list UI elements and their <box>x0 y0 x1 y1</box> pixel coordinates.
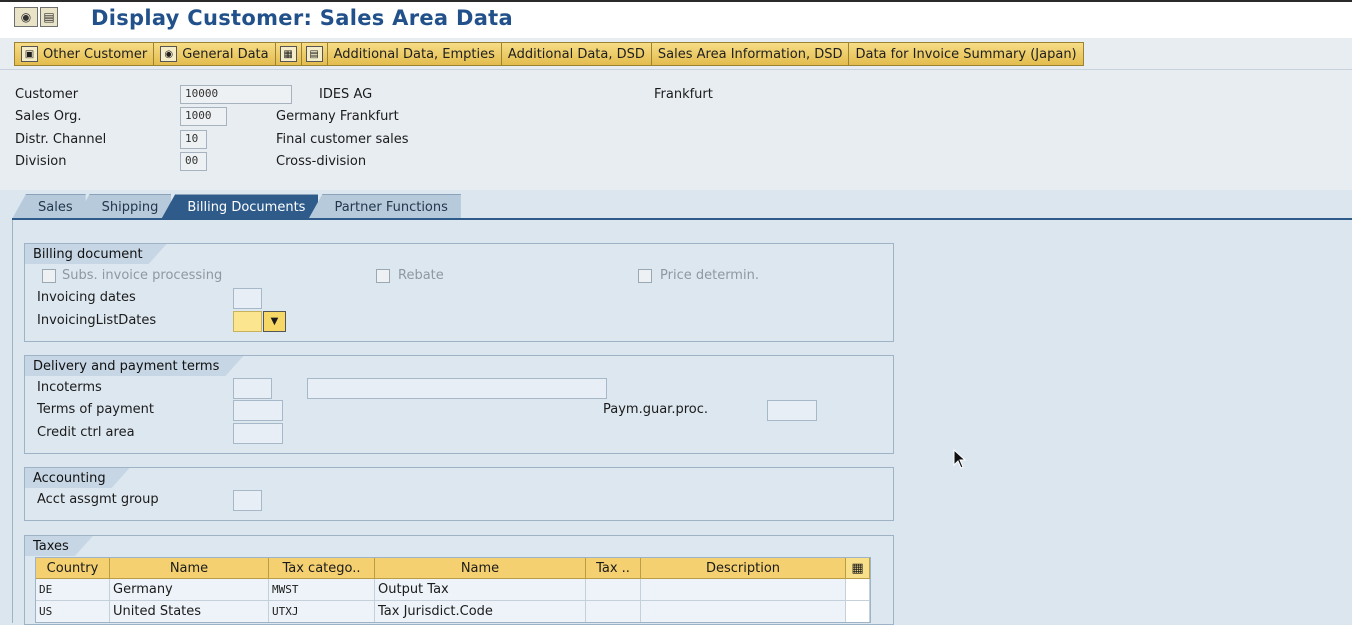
paym-guar-proc-input[interactable] <box>767 400 817 421</box>
sales-org-desc: Germany Frankfurt <box>276 109 399 124</box>
glasses-icon: ◉ <box>160 46 178 62</box>
table-row[interactable]: US United States UTXJ Tax Jurisdict.Code <box>36 601 870 622</box>
cell-category: MWST <box>269 579 375 600</box>
taxes-group-title: Taxes <box>25 536 93 556</box>
customer-city: Frankfurt <box>654 87 713 102</box>
cell-category-name: Output Tax <box>375 579 586 600</box>
rebate-label: Rebate <box>398 268 444 283</box>
credit-ctrl-area-label: Credit ctrl area <box>37 425 135 440</box>
division-field[interactable]: 00 <box>180 152 207 171</box>
save-icon-button[interactable]: ▦ <box>275 43 302 65</box>
taxes-table: Country Name Tax catego.. Name Tax .. De… <box>35 557 871 623</box>
terms-of-payment-label: Terms of payment <box>37 402 154 417</box>
cell-category-name: Tax Jurisdict.Code <box>375 601 586 622</box>
invoicing-list-dates-label: InvoicingListDates <box>37 313 157 328</box>
additional-empties-button[interactable]: Additional Data, Empties <box>327 43 502 65</box>
billing-group-title: Billing document <box>25 244 167 264</box>
scroll-track[interactable] <box>846 601 870 622</box>
toolbar-buttons: ▣ Other Customer ◉ General Data ▦ ▤ Additi… <box>14 42 1084 66</box>
menu-icon[interactable]: ▤ <box>40 7 58 27</box>
paym-guar-proc-label: Paym.guar.proc. <box>603 402 708 417</box>
division-desc: Cross-division <box>276 154 367 169</box>
document-icon: ▤ <box>305 46 323 62</box>
customer-label: Customer <box>15 87 79 102</box>
col-name[interactable]: Name <box>110 558 269 578</box>
mouse-pointer-icon <box>953 449 967 469</box>
sales-area-dsd-button[interactable]: Sales Area Information, DSD <box>651 43 850 65</box>
col-category-name[interactable]: Name <box>375 558 586 578</box>
cell-tax[interactable] <box>586 601 641 622</box>
cell-category: UTXJ <box>269 601 375 622</box>
tab-strip: Sales Shipping Billing Documents Partner… <box>12 194 461 219</box>
rebate-checkbox[interactable] <box>376 269 390 283</box>
tab-shipping[interactable]: Shipping <box>75 194 172 219</box>
cell-country: US <box>36 601 110 622</box>
distr-channel-label: Distr. Channel <box>15 132 107 147</box>
terms-of-payment-input[interactable] <box>233 400 283 421</box>
delivery-payment-group: Delivery and payment terms <box>24 355 894 454</box>
title-icons: ◉ ▤ <box>14 7 58 29</box>
customer-switch-icon: ▣ <box>21 46 38 62</box>
price-determin-label: Price determin. <box>660 268 759 283</box>
tab-partner-functions[interactable]: Partner Functions <box>308 194 461 219</box>
tab-billing-documents[interactable]: Billing Documents <box>161 194 319 219</box>
invoicing-dates-input[interactable] <box>233 288 262 309</box>
distr-channel-desc: Final customer sales <box>276 132 409 147</box>
acct-assgmt-group-label: Acct assgmt group <box>37 492 159 507</box>
table-row[interactable]: DE Germany MWST Output Tax <box>36 579 870 601</box>
subs-invoice-checkbox[interactable] <box>42 269 56 283</box>
invoice-summary-button[interactable]: Data for Invoice Summary (Japan) <box>849 43 1083 65</box>
document-icon-button[interactable]: ▤ <box>301 43 328 65</box>
incoterms-input[interactable] <box>233 378 272 399</box>
subs-invoice-label: Subs. invoice processing <box>62 268 223 283</box>
col-country[interactable]: Country <box>36 558 110 578</box>
additional-dsd-button[interactable]: Additional Data, DSD <box>501 43 652 65</box>
dropdown-arrow-icon[interactable]: ▼ <box>263 311 286 332</box>
incoterms-label: Incoterms <box>37 380 102 395</box>
incoterms-part2-input[interactable] <box>307 378 607 399</box>
distr-channel-field[interactable]: 10 <box>180 130 207 149</box>
cell-name: United States <box>110 601 269 622</box>
col-description[interactable]: Description <box>641 558 846 578</box>
general-data-button[interactable]: ◉ General Data <box>154 43 276 65</box>
invoicing-dates-label: Invoicing dates <box>37 290 136 305</box>
cell-name: Germany <box>110 579 269 600</box>
invoicing-list-dates-input[interactable] <box>233 311 262 332</box>
customer-field[interactable]: 10000 <box>180 85 292 104</box>
credit-ctrl-area-input[interactable] <box>233 423 283 444</box>
cell-tax[interactable] <box>586 579 641 600</box>
sales-org-label: Sales Org. <box>15 109 82 124</box>
col-tax-category[interactable]: Tax catego.. <box>269 558 375 578</box>
accounting-group-title: Accounting <box>25 468 130 488</box>
other-customer-button[interactable]: ▣ Other Customer <box>15 43 155 65</box>
table-settings-icon[interactable]: ▦ <box>846 558 870 578</box>
cell-description <box>641 601 846 622</box>
general-data-label: General Data <box>182 46 269 62</box>
acct-assgmt-group-input[interactable] <box>233 490 262 511</box>
glasses-icon[interactable]: ◉ <box>14 7 38 27</box>
table-header: Country Name Tax catego.. Name Tax .. De… <box>36 558 870 579</box>
delivery-group-title: Delivery and payment terms <box>25 356 243 376</box>
tab-sales[interactable]: Sales <box>12 194 86 219</box>
cell-country: DE <box>36 579 110 600</box>
price-determin-checkbox[interactable] <box>638 269 652 283</box>
division-label: Division <box>15 154 67 169</box>
customer-desc: IDES AG <box>319 87 373 102</box>
other-customer-label: Other Customer <box>43 46 148 62</box>
sales-org-field[interactable]: 1000 <box>180 107 227 126</box>
disk-icon: ▦ <box>279 46 297 62</box>
scroll-track[interactable] <box>846 579 870 600</box>
col-tax[interactable]: Tax .. <box>586 558 641 578</box>
page-title: Display Customer: Sales Area Data <box>91 6 513 30</box>
cell-description <box>641 579 846 600</box>
